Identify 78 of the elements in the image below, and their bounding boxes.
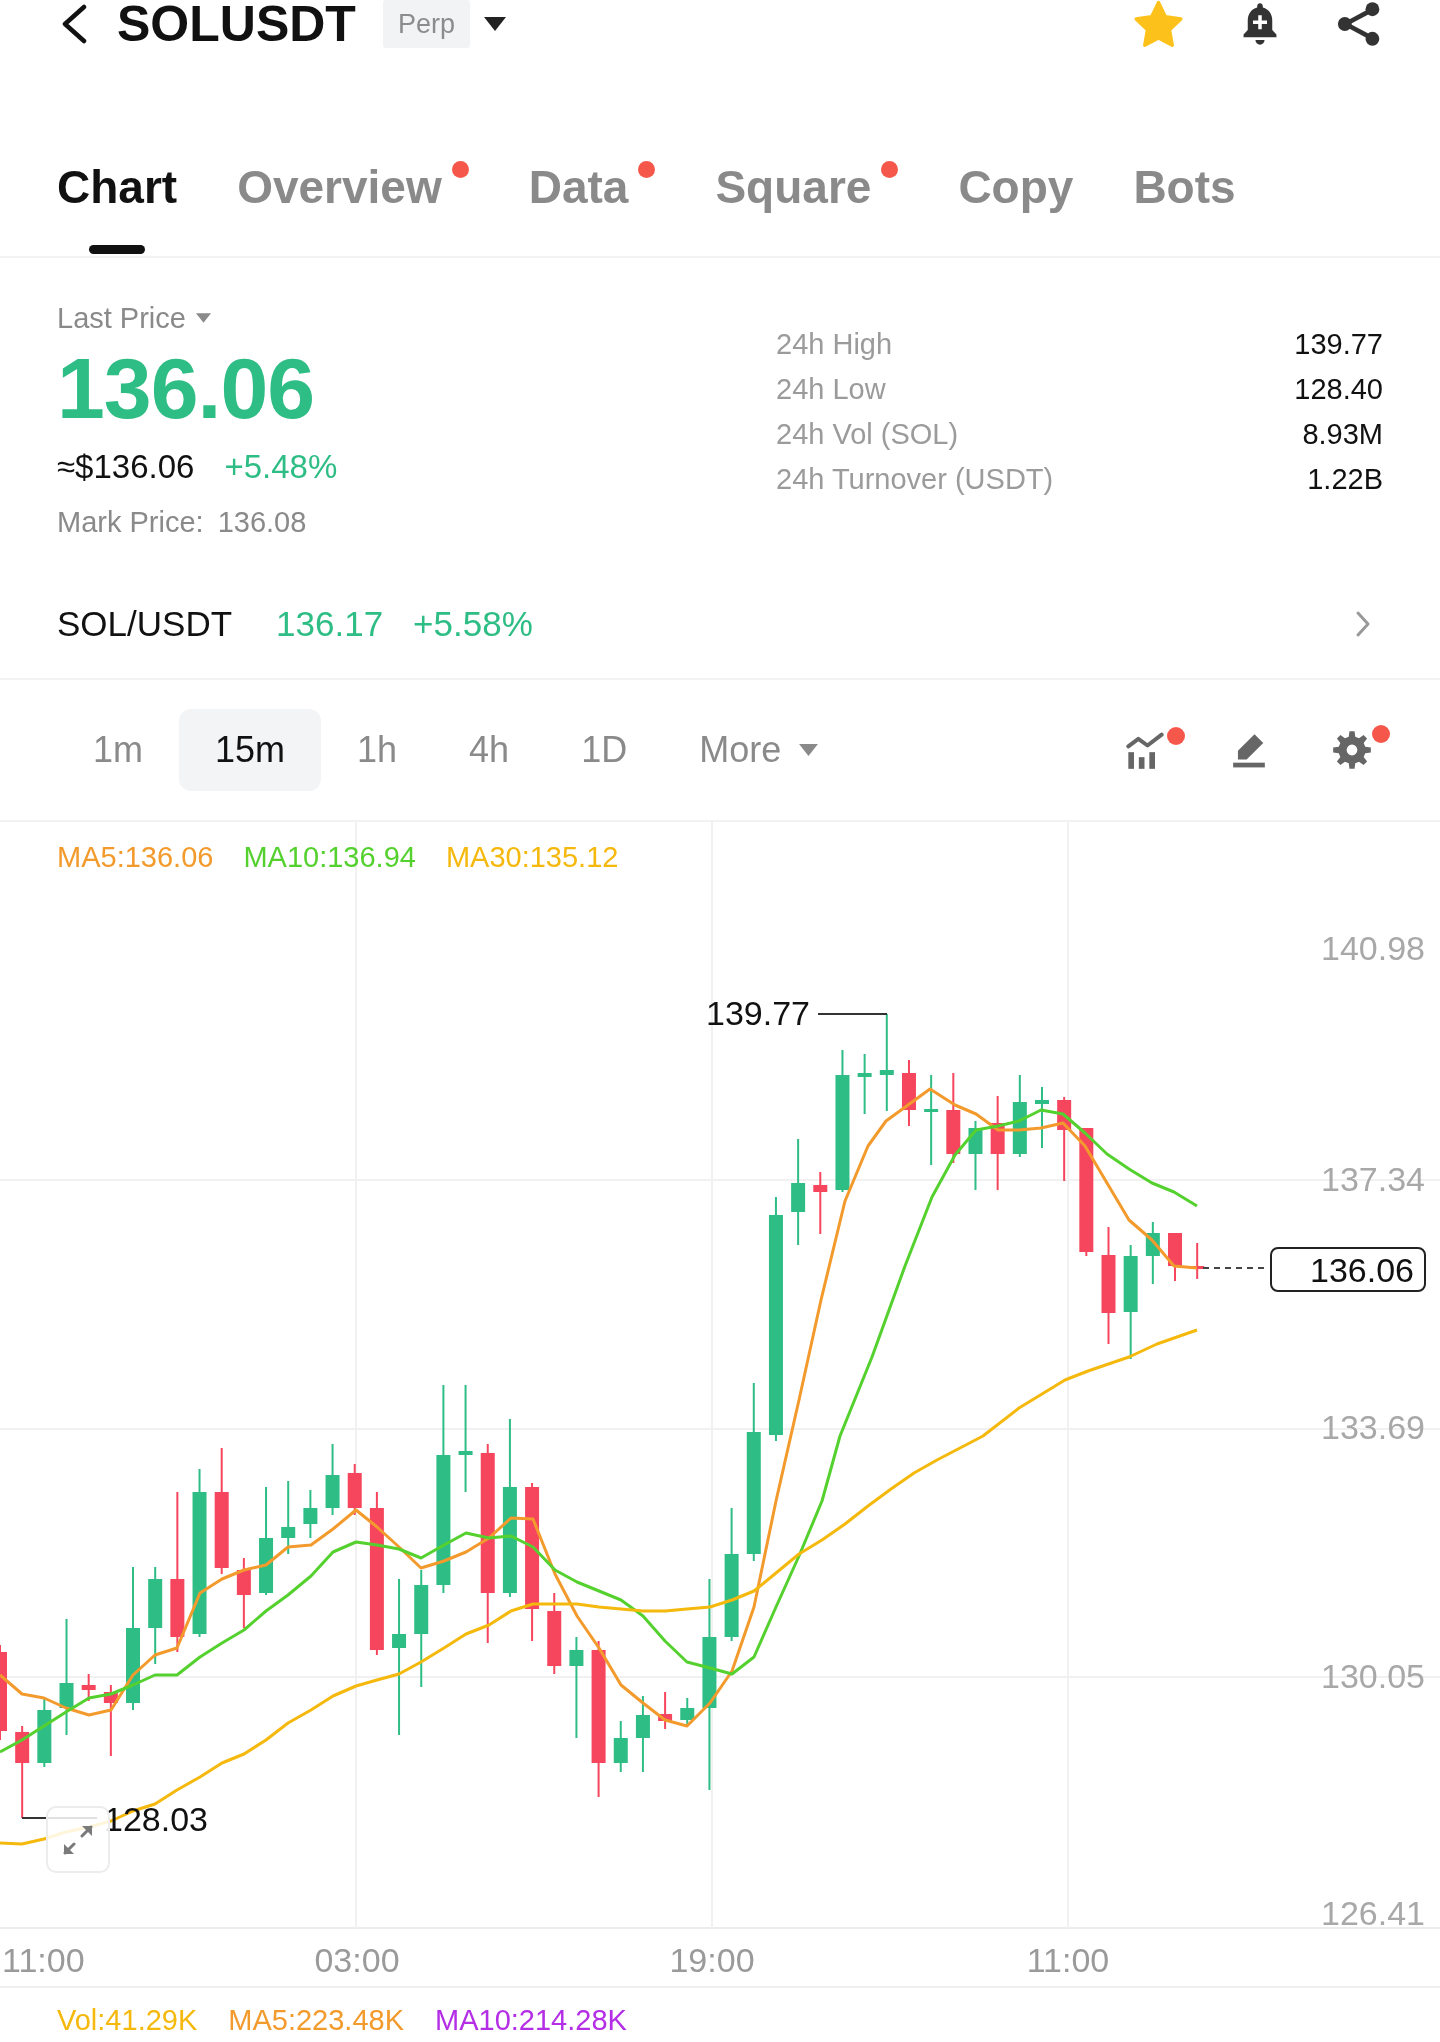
tab[interactable]: Copy — [958, 159, 1074, 254]
caret-icon — [799, 744, 819, 756]
stat-value: 128.40 — [1294, 372, 1383, 407]
stat-label: 24h Vol (SOL) — [776, 417, 959, 452]
interval-tab[interactable]: 1D — [545, 709, 664, 791]
tab[interactable]: Square — [715, 159, 899, 254]
tab[interactable]: Data — [528, 159, 656, 254]
rising-candle — [857, 1054, 872, 1114]
mark-price-label: Mark Price: — [57, 505, 204, 539]
caret-icon[interactable] — [483, 17, 506, 31]
stat-label: 24h Low — [776, 372, 886, 407]
current-price-tag: 136.06 — [1270, 1247, 1426, 1292]
rising-candle — [1035, 1087, 1049, 1148]
falling-candle — [813, 1172, 828, 1234]
volume-legend-label: MA5:223.48K — [228, 2003, 405, 2037]
volume-legend-label: Vol:41.29K — [57, 2003, 198, 2037]
price-axis-label: 133.69 — [1321, 1408, 1425, 1446]
ma-legend-label: MA30:135.12 — [445, 840, 619, 874]
price-type-dropdown[interactable]: Last Price — [57, 302, 211, 334]
rising-candle — [968, 1121, 983, 1190]
mark-price-value: 136.08 — [217, 505, 307, 539]
falling-candle — [81, 1674, 96, 1701]
price-axis-label: 130.05 — [1321, 1657, 1425, 1695]
interval-tab[interactable]: 15m — [179, 709, 322, 791]
rising-candle — [325, 1444, 340, 1515]
symbol-title: SOLUSDT — [117, 0, 356, 48]
expand-icon — [63, 1824, 93, 1855]
usd-price: ≈$136.06 — [57, 448, 195, 486]
interval-tab[interactable]: 1m — [57, 709, 179, 791]
price-axis-label: 140.98 — [1321, 929, 1425, 967]
price-change: +5.48% — [224, 448, 338, 486]
spot-price: 136.17 — [276, 604, 384, 644]
interval-tab[interactable]: 1h — [321, 709, 434, 791]
indicator-chart-icon[interactable] — [1125, 731, 1165, 769]
tab[interactable]: Overview — [237, 159, 469, 254]
price-axis-label: 126.41 — [1321, 1894, 1425, 1932]
time-axis-label: 11:00 — [1026, 1941, 1110, 1979]
spot-pair: SOL/USDT — [57, 604, 233, 644]
last-price: 136.06 — [57, 344, 315, 432]
low-price-label: 128.03 — [104, 1800, 208, 1838]
price-axis-label: 137.34 — [1321, 1160, 1425, 1198]
stat-label: 24h Turnover (USDT) — [776, 462, 1054, 497]
pen-icon[interactable] — [1230, 732, 1268, 768]
falling-candle — [347, 1464, 362, 1515]
tab[interactable]: Chart — [57, 159, 178, 254]
rising-candle — [1145, 1222, 1160, 1284]
chevron-right-icon[interactable] — [1355, 610, 1371, 638]
rising-candle — [303, 1490, 318, 1538]
time-axis-label: 19:00 — [669, 1941, 755, 1979]
rising-candle — [37, 1698, 52, 1767]
more-dropdown[interactable]: More — [663, 709, 855, 791]
ma-legend-label: MA5:136.06 — [57, 840, 214, 874]
back-icon[interactable] — [60, 4, 88, 44]
falling-candle — [1168, 1233, 1182, 1281]
stat-value: 8.93M — [1302, 417, 1383, 452]
contract-type-badge: Perp — [382, 0, 470, 48]
star-icon[interactable] — [1133, 0, 1184, 48]
falling-candle — [236, 1558, 251, 1628]
rising-candle — [680, 1698, 695, 1726]
falling-candle — [658, 1692, 673, 1729]
stat-label: 24h High — [776, 327, 893, 362]
falling-candle — [901, 1060, 916, 1126]
interval-tab[interactable]: 4h — [433, 709, 546, 791]
settings-icon[interactable] — [1333, 731, 1371, 769]
tab[interactable]: Bots — [1133, 159, 1236, 254]
spot-change: +5.58% — [413, 604, 533, 644]
volume-legend-label: MA10:214.28K — [435, 2003, 627, 2037]
high-price-leader — [817, 1013, 888, 1015]
stat-value: 1.22B — [1307, 462, 1383, 497]
caret-icon — [195, 313, 211, 323]
share-icon[interactable] — [1336, 1, 1382, 47]
high-price-label: 139.77 — [706, 994, 810, 1032]
time-axis-label: 03:00 — [314, 1941, 400, 1979]
falling-candle — [103, 1685, 118, 1756]
stat-value: 139.77 — [1294, 327, 1383, 362]
ma-legend-label: MA10:136.94 — [243, 840, 416, 874]
rising-candle — [613, 1721, 628, 1772]
time-axis-label: 11:00 — [2, 1941, 85, 1979]
